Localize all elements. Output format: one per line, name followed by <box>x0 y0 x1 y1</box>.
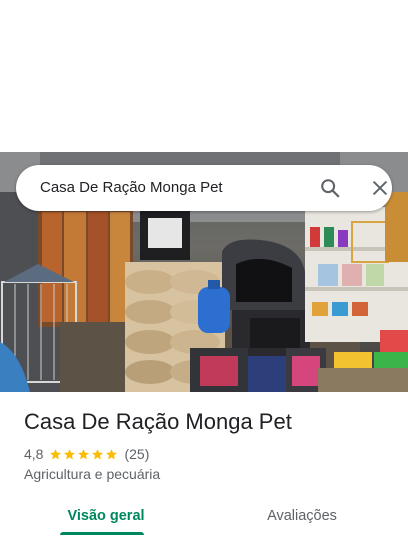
search-icon[interactable] <box>319 177 341 199</box>
rating-row[interactable]: 4,8 (25) <box>24 445 149 463</box>
search-query-text[interactable]: Casa De Ração Monga Pet <box>40 179 223 196</box>
star-icon <box>106 448 118 459</box>
star-rating <box>49 448 118 461</box>
place-title: Casa De Ração Monga Pet <box>24 409 292 434</box>
close-icon[interactable] <box>370 178 390 198</box>
rating-value: 4,8 <box>24 446 44 462</box>
place-info-panel: Casa De Ração Monga Pet 4,8 (25) Agricul… <box>0 392 408 544</box>
star-icon <box>92 448 104 459</box>
tab-reviews[interactable]: Avaliações <box>226 494 378 538</box>
star-icon <box>64 448 76 459</box>
blank-area <box>0 0 408 152</box>
search-bar[interactable]: Casa De Ração Monga Pet <box>16 165 392 211</box>
star-icon <box>78 448 90 459</box>
star-icon <box>50 448 62 459</box>
place-category: Agricultura e pecuária <box>24 466 161 482</box>
active-tab-indicator <box>60 532 144 535</box>
review-count[interactable]: (25) <box>124 446 149 462</box>
